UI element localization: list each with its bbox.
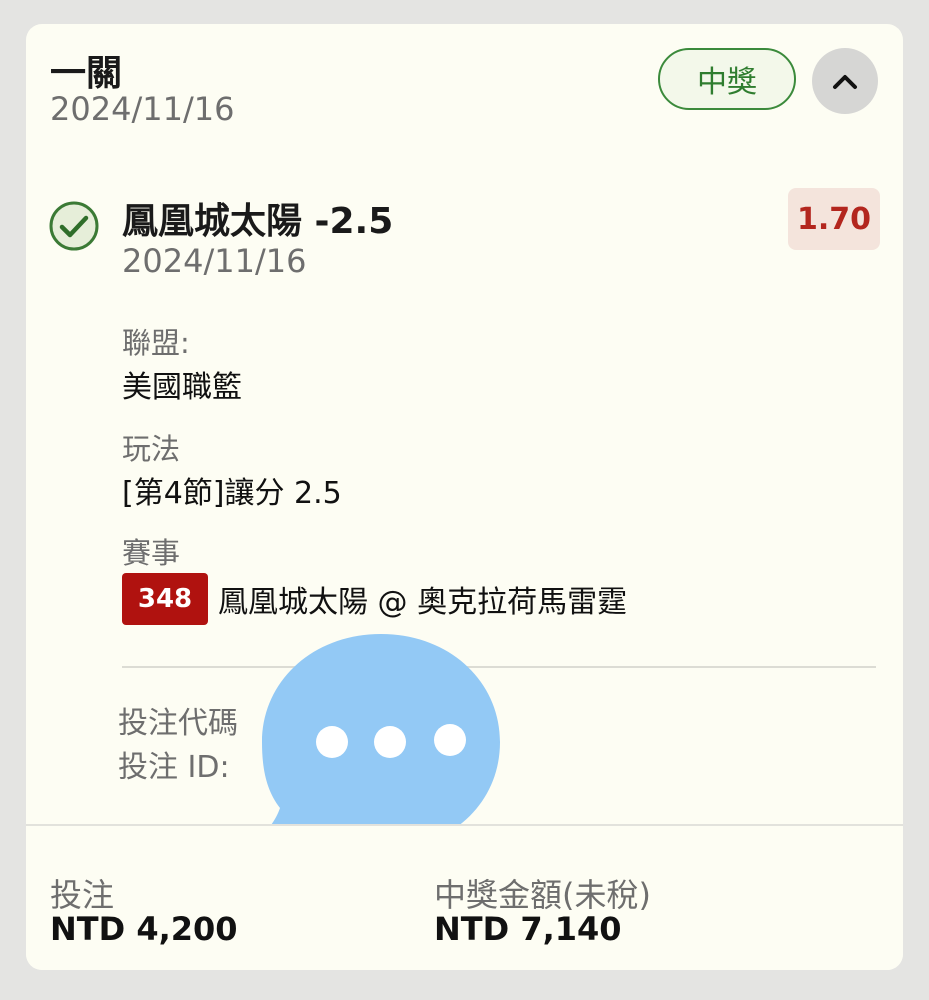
league-label: 聯盟: — [122, 326, 190, 360]
payout-value: NTD 7,140 — [434, 910, 622, 948]
status-badge: 中獎 — [658, 48, 796, 110]
bet-card: 一關 2024/11/16 中獎 鳳凰城太陽 -2.5 2024/11/16 1… — [26, 24, 903, 970]
odds-badge: 1.70 — [788, 188, 880, 250]
bet-summary-footer: 投注 NTD 4,200 中獎金額(未稅) NTD 7,140 — [26, 824, 903, 970]
chevron-up-icon — [833, 75, 857, 89]
market-label: 玩法 — [122, 432, 181, 466]
stake-value: NTD 4,200 — [50, 910, 238, 948]
check-circle-icon — [49, 201, 99, 251]
bet-id-label: 投注 ID: — [118, 750, 230, 785]
selection-name: 鳳凰城太陽 -2.5 — [122, 201, 394, 242]
selection-date: 2024/11/16 — [122, 242, 307, 280]
collapse-button[interactable] — [812, 48, 878, 114]
event-label: 賽事 — [122, 536, 181, 570]
market-value: [第4節]讓分 2.5 — [122, 476, 342, 511]
bet-date: 2024/11/16 — [50, 90, 235, 128]
bet-type-title: 一關 — [50, 53, 123, 94]
event-number-badge: 348 — [122, 573, 208, 625]
event-name: 鳳凰城太陽 @ 奧克拉荷馬雷霆 — [218, 585, 628, 620]
league-value: 美國職籃 — [122, 370, 242, 405]
bet-code-label: 投注代碼 — [118, 706, 238, 741]
